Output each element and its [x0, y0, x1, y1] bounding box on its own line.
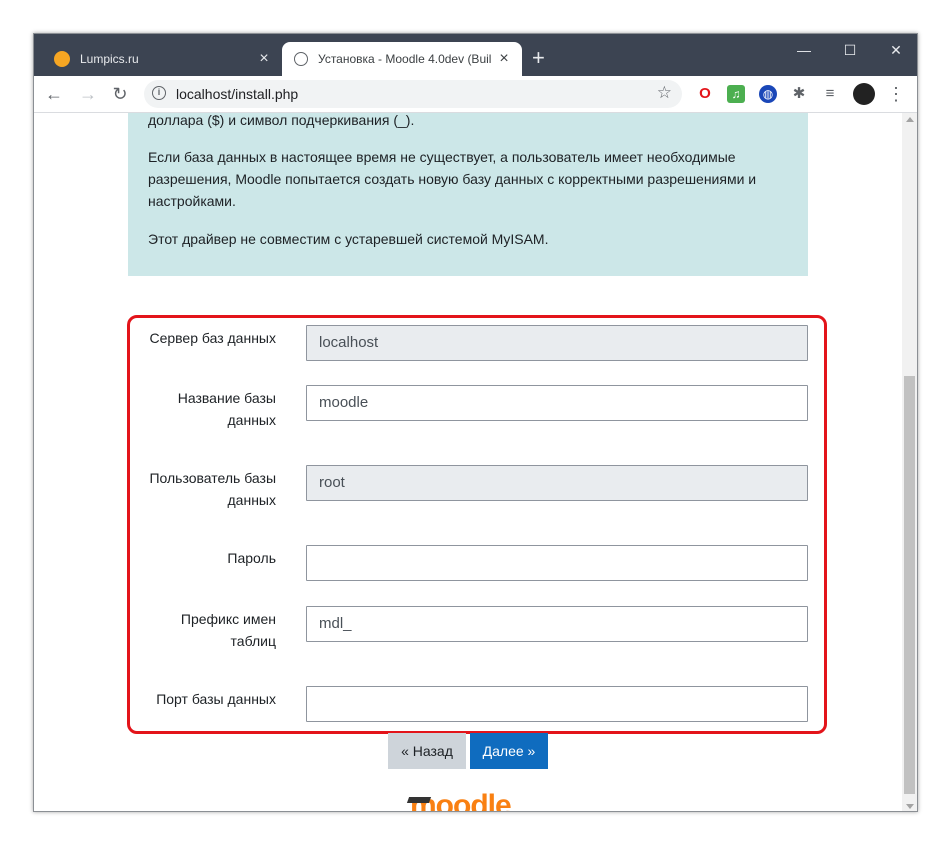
- avatar[interactable]: [853, 83, 875, 105]
- minimize-button[interactable]: —: [781, 38, 827, 66]
- star-icon[interactable]: ☆: [657, 83, 672, 103]
- info-paragraph: Если база данных в настоящее время не су…: [148, 149, 757, 209]
- scroll-down-icon[interactable]: [906, 804, 914, 809]
- forward-arrow-icon[interactable]: →: [76, 82, 100, 106]
- vpn-globe-icon[interactable]: ◍: [759, 85, 777, 103]
- reload-icon[interactable]: ↻: [108, 82, 132, 106]
- info-paragraph: Этот драйвер не совместим с устаревшей с…: [148, 231, 549, 247]
- orange-circle-icon: [54, 51, 70, 67]
- scrollbar-thumb[interactable]: [904, 376, 915, 794]
- maximize-button[interactable]: ☐: [827, 38, 873, 66]
- globe-icon: [294, 52, 308, 66]
- info-box: доллара ($) и символ подчеркивания (_). …: [128, 113, 808, 276]
- page-content: доллара ($) и символ подчеркивания (_). …: [34, 113, 902, 811]
- close-tab-icon[interactable]: ×: [494, 50, 514, 68]
- scroll-up-icon[interactable]: [906, 117, 914, 122]
- browser-window: Lumpics.ru × Установка - Moodle 4.0dev (…: [33, 33, 918, 812]
- tab-title: Установка - Moodle 4.0dev (Buil: [318, 52, 492, 66]
- playlist-icon[interactable]: ≡: [821, 85, 839, 103]
- moodle-logo: moodle: [406, 789, 512, 811]
- menu-kebab-icon[interactable]: ⋮: [884, 82, 908, 106]
- tab-title: Lumpics.ru: [80, 52, 139, 66]
- next-button[interactable]: Далее »: [470, 733, 548, 769]
- new-tab-button[interactable]: +: [532, 46, 545, 70]
- puzzle-icon[interactable]: ✱: [790, 85, 808, 103]
- back-arrow-icon[interactable]: ←: [42, 82, 66, 106]
- address-bar[interactable]: i localhost/install.php ☆: [144, 80, 682, 108]
- highlight-frame: [127, 315, 827, 734]
- opera-icon[interactable]: O: [696, 85, 714, 103]
- info-icon[interactable]: i: [152, 86, 166, 100]
- tab-bar: Lumpics.ru × Установка - Moodle 4.0dev (…: [34, 34, 917, 76]
- graduation-cap-icon: [406, 797, 432, 803]
- close-tab-icon[interactable]: ×: [254, 50, 274, 68]
- vertical-scrollbar[interactable]: [902, 113, 917, 811]
- tab-moodle-install[interactable]: Установка - Moodle 4.0dev (Buil ×: [282, 42, 522, 76]
- url-text: localhost/install.php: [176, 86, 299, 102]
- close-window-button[interactable]: ✕: [873, 38, 917, 66]
- music-icon[interactable]: ♫: [727, 85, 745, 103]
- tab-lumpics[interactable]: Lumpics.ru ×: [42, 42, 282, 76]
- back-button[interactable]: « Назад: [388, 733, 466, 769]
- info-line: доллара ($) и символ подчеркивания (_).: [148, 113, 415, 128]
- browser-toolbar: ← → ↻ i localhost/install.php ☆ O ♫ ◍ ✱ …: [34, 76, 917, 113]
